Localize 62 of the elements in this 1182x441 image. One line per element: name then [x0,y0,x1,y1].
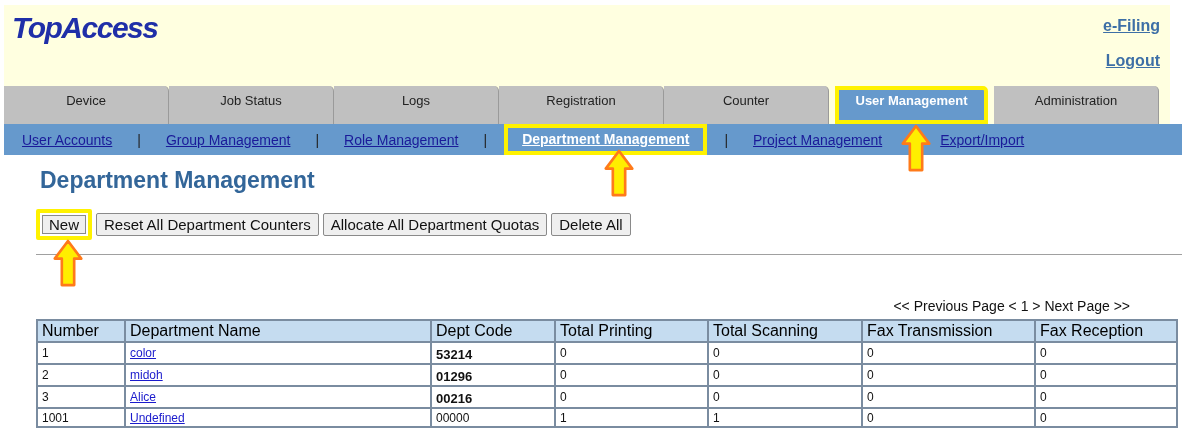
table-cell: 0 [1035,342,1177,364]
table-cell: 0 [555,386,708,408]
table-cell: 0 [708,342,862,364]
table-cell: 00000 [431,408,555,427]
table-cell: 0 [708,364,862,386]
table-cell: 1001 [37,408,125,427]
table-cell: 0 [708,386,862,408]
pagination-text: << Previous Page < 1 > Next Page >> [893,298,1130,314]
header-link[interactable]: Logout [1105,52,1160,70]
nav-tab[interactable]: Device [4,86,169,124]
nav-tab[interactable]: Logs [334,86,499,124]
table-cell: 0 [1035,408,1177,427]
action-button[interactable]: Allocate All Department Quotas [322,213,548,236]
table-cell: 00216 [431,386,555,408]
department-link[interactable]: color [130,346,156,360]
nav-tab[interactable]: Counter [664,86,829,124]
separator: | [724,131,729,148]
header-link[interactable]: e-Filing [1103,17,1160,35]
page-title: Department Management [40,167,315,195]
separator: | [483,131,488,148]
department-link[interactable]: Undefined [130,410,185,425]
table-cell: 01296 [431,364,555,386]
column-header: Total Scanning [708,320,862,342]
nav-tab[interactable]: Administration [994,86,1159,124]
subnav-link[interactable]: Role Management [344,131,459,148]
table-cell: 0 [862,364,1035,386]
subnav-link[interactable]: Group Management [165,131,291,148]
table-cell: 2 [37,364,125,386]
table-cell: 0 [1035,364,1177,386]
column-header: Total Printing [555,320,708,342]
logo: TopAccess [11,10,158,46]
nav-tab[interactable]: Registration [499,86,664,124]
table-cell: 0 [862,386,1035,408]
table-cell: 1 [708,408,862,427]
column-header: Fax Reception [1035,320,1177,342]
subnav-link[interactable]: User Accounts [22,131,113,148]
separator: | [315,131,320,148]
action-button[interactable]: Reset All Department Counters [96,213,319,236]
separator: | [137,131,141,148]
callout-arrow [901,123,931,173]
action-button[interactable]: New [36,209,92,240]
table-cell: 3 [37,386,125,408]
department-link[interactable]: midoh [130,368,163,382]
department-link[interactable]: Alice [130,390,156,404]
column-header: Department Name [125,320,431,342]
subnav-link[interactable]: Project Management [753,131,883,148]
column-header: Fax Transmission [862,320,1035,342]
callout-arrow [53,238,83,288]
table-cell: 0 [555,364,708,386]
table-cell: 0 [862,342,1035,364]
table-cell: 0 [555,342,708,364]
table-cell: 1 [555,408,708,427]
subnav-link[interactable]: Export/Import [940,131,1025,148]
table-cell: 0 [862,408,1035,427]
action-button[interactable]: Delete All [551,213,631,236]
table-cell: 53214 [431,342,555,364]
table-cell: 0 [1035,386,1177,408]
column-header: Number [37,320,125,342]
table-cell: 1 [37,342,125,364]
column-header: Dept Code [431,320,555,342]
callout-arrow [604,148,635,198]
nav-tab[interactable]: Job Status [169,86,334,124]
